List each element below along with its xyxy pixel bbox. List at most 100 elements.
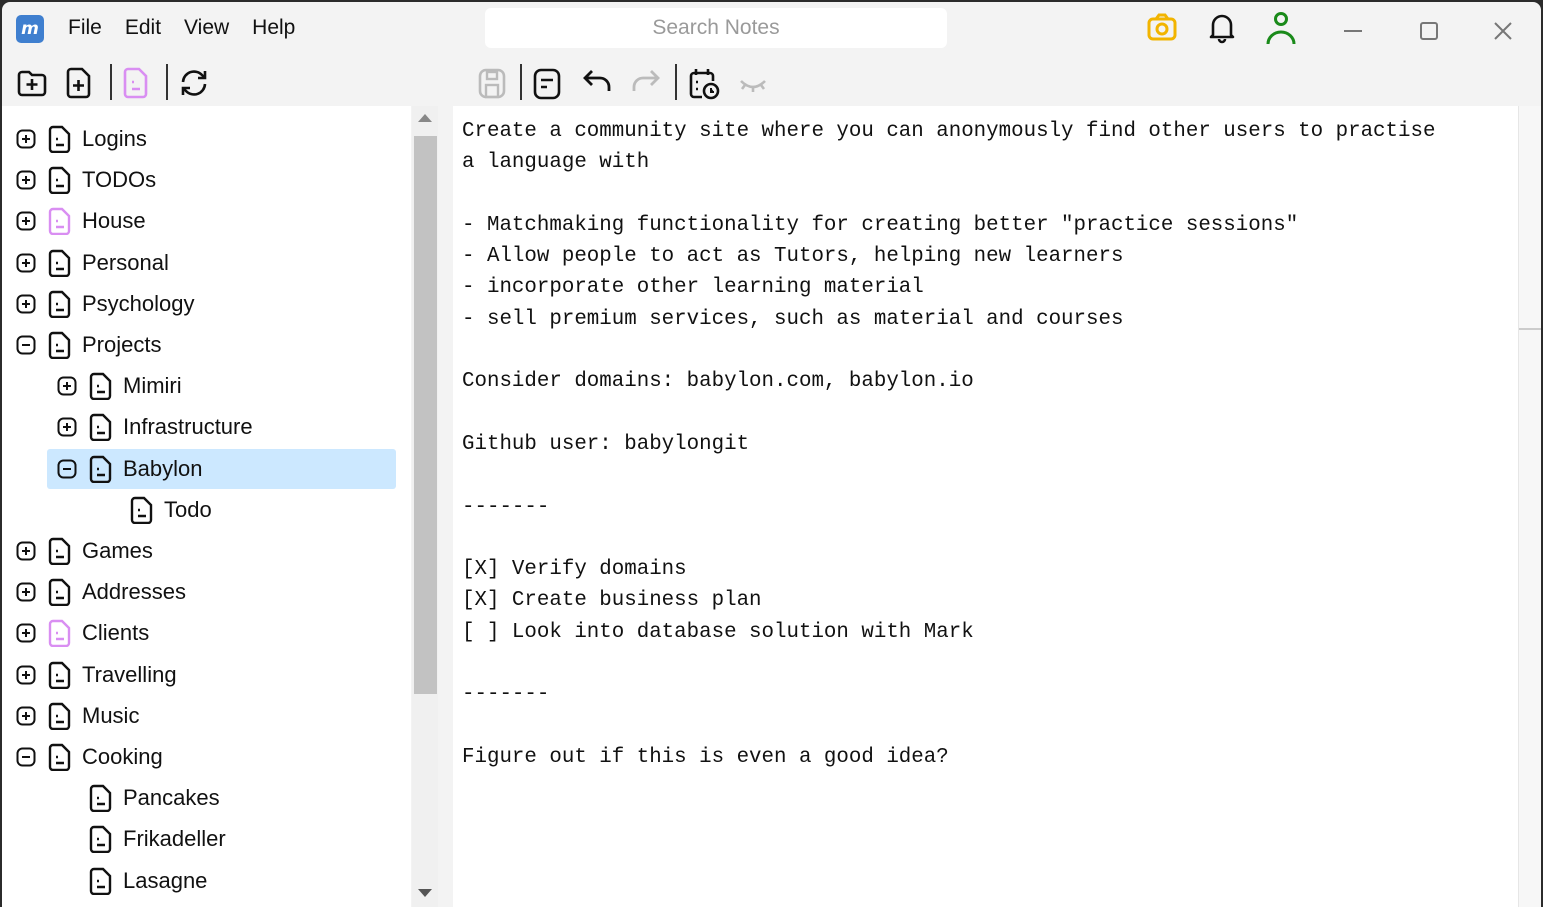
tree-item-label: Clients	[82, 620, 150, 646]
note-icon	[48, 166, 72, 195]
toolbar	[2, 58, 1541, 106]
tree-item-psychology[interactable]: Psychology	[14, 284, 395, 324]
note-icon	[48, 290, 72, 318]
tree-item-label: Personal	[82, 249, 169, 275]
note-icon	[48, 207, 72, 236]
tree-item-label: Psychology	[82, 290, 195, 316]
note-icon	[48, 331, 72, 360]
tree-item-label: Frikadeller	[123, 826, 226, 852]
expand-icon[interactable]	[16, 623, 36, 643]
tree-item-games[interactable]: Games	[14, 531, 395, 571]
note-icon	[89, 455, 113, 483]
note-icon	[48, 578, 72, 607]
toolbar-divider	[166, 64, 168, 100]
tree-item-travelling[interactable]: Travelling	[14, 655, 395, 695]
scrollbar-thumb[interactable]	[414, 136, 437, 694]
search-input[interactable]: Search Notes	[485, 8, 947, 48]
user-icon[interactable]	[1264, 10, 1298, 46]
tree-item-infrastructure[interactable]: Infrastructure	[55, 407, 395, 447]
new-note-icon[interactable]	[65, 66, 95, 100]
toolbar-divider	[110, 64, 112, 100]
hide-eye-icon[interactable]	[737, 66, 769, 100]
collapse-icon[interactable]	[16, 747, 36, 767]
refresh-icon[interactable]	[178, 66, 210, 100]
camera-icon[interactable]	[1145, 10, 1179, 44]
tree-item-music[interactable]: Music	[14, 696, 395, 736]
expand-icon[interactable]	[57, 417, 77, 437]
toolbar-divider	[675, 64, 677, 100]
collapse-icon[interactable]	[16, 335, 36, 355]
note-editor[interactable]: Create a community site where you can an…	[453, 106, 1518, 907]
note-icon	[48, 743, 72, 772]
sidebar-scrollbar[interactable]	[412, 106, 438, 907]
tree-item-todos[interactable]: TODOs	[14, 160, 395, 200]
note-pink-icon[interactable]	[122, 66, 152, 100]
tree-item-todo[interactable]: Todo	[96, 490, 395, 530]
expand-icon[interactable]	[16, 211, 36, 231]
tree-item-cooking[interactable]: Cooking	[14, 737, 395, 777]
tree-item-pancakes[interactable]: Pancakes	[55, 778, 395, 818]
tree-item-frikadeller[interactable]: Frikadeller	[55, 819, 395, 859]
tree-item-label: Projects	[82, 332, 162, 357]
title-bar: m File Edit View Help Search Notes	[2, 2, 1541, 56]
note-icon	[89, 867, 113, 895]
bell-icon[interactable]	[1205, 10, 1239, 44]
note-icon	[48, 619, 72, 648]
note-icon	[89, 784, 113, 813]
menu-view[interactable]: View	[184, 16, 229, 40]
expand-icon[interactable]	[16, 582, 36, 602]
tree-item-clients[interactable]: Clients	[14, 613, 395, 653]
expand-icon[interactable]	[16, 170, 36, 190]
note-format-icon[interactable]	[532, 66, 562, 100]
menu-help[interactable]: Help	[252, 16, 295, 40]
tree-item-label: TODOs	[82, 167, 157, 193]
menu-edit[interactable]: Edit	[125, 16, 161, 40]
toolbar-divider	[520, 64, 522, 100]
tree-item-label: Babylon	[123, 455, 203, 481]
note-icon	[48, 125, 72, 154]
tree-item-personal[interactable]: Personal	[14, 243, 395, 283]
tree-item-label: Pancakes	[123, 785, 220, 811]
undo-icon[interactable]	[580, 66, 614, 100]
tree-item-label: House	[82, 208, 146, 234]
expand-icon[interactable]	[16, 129, 36, 149]
expand-icon[interactable]	[57, 376, 77, 396]
scroll-down-arrow-icon[interactable]	[418, 889, 432, 897]
expand-icon[interactable]	[16, 541, 36, 561]
new-folder-icon[interactable]	[15, 66, 49, 100]
note-icon	[48, 537, 72, 566]
tree-item-lasagne[interactable]: Lasagne	[55, 861, 395, 901]
tree-item-label: Todo	[164, 496, 212, 522]
tree-item-babylon[interactable]: Babylon	[47, 448, 396, 489]
redo-icon[interactable]	[629, 66, 663, 100]
calendar-history-icon[interactable]	[687, 66, 721, 102]
tree-item-label: Lasagne	[123, 867, 208, 893]
menu-file[interactable]: File	[68, 16, 102, 40]
note-tree: Logins TODOs House Personal Psychology Projec…	[2, 106, 411, 907]
save-icon[interactable]	[477, 66, 507, 100]
scroll-up-arrow-icon[interactable]	[418, 114, 432, 122]
tree-item-label: Music	[82, 702, 140, 728]
tree-item-mimiri[interactable]: Mimiri	[55, 366, 395, 406]
tree-item-house[interactable]: House	[14, 201, 395, 241]
tree-item-label: Mimiri	[123, 373, 182, 399]
minimize-button[interactable]	[1342, 20, 1364, 42]
tree-item-label: Addresses	[82, 579, 186, 605]
close-button[interactable]	[1492, 20, 1514, 42]
expand-icon[interactable]	[16, 706, 36, 726]
expand-icon[interactable]	[16, 665, 36, 685]
collapse-icon[interactable]	[57, 459, 77, 479]
note-icon	[48, 661, 72, 689]
expand-icon[interactable]	[16, 294, 36, 314]
note-content[interactable]: Create a community site where you can an…	[462, 116, 1435, 773]
expand-icon[interactable]	[16, 253, 36, 273]
tree-item-addresses[interactable]: Addresses	[14, 572, 395, 612]
note-icon	[89, 825, 113, 854]
tree-item-logins[interactable]: Logins	[14, 119, 395, 159]
maximize-button[interactable]	[1418, 20, 1440, 42]
tree-item-label: Games	[82, 538, 153, 563]
tree-item-projects[interactable]: Projects	[14, 325, 395, 365]
tree-item-label: Travelling	[82, 661, 177, 687]
editor-scrollbar[interactable]	[1518, 106, 1541, 907]
menu-bar: File Edit View Help	[68, 16, 318, 40]
